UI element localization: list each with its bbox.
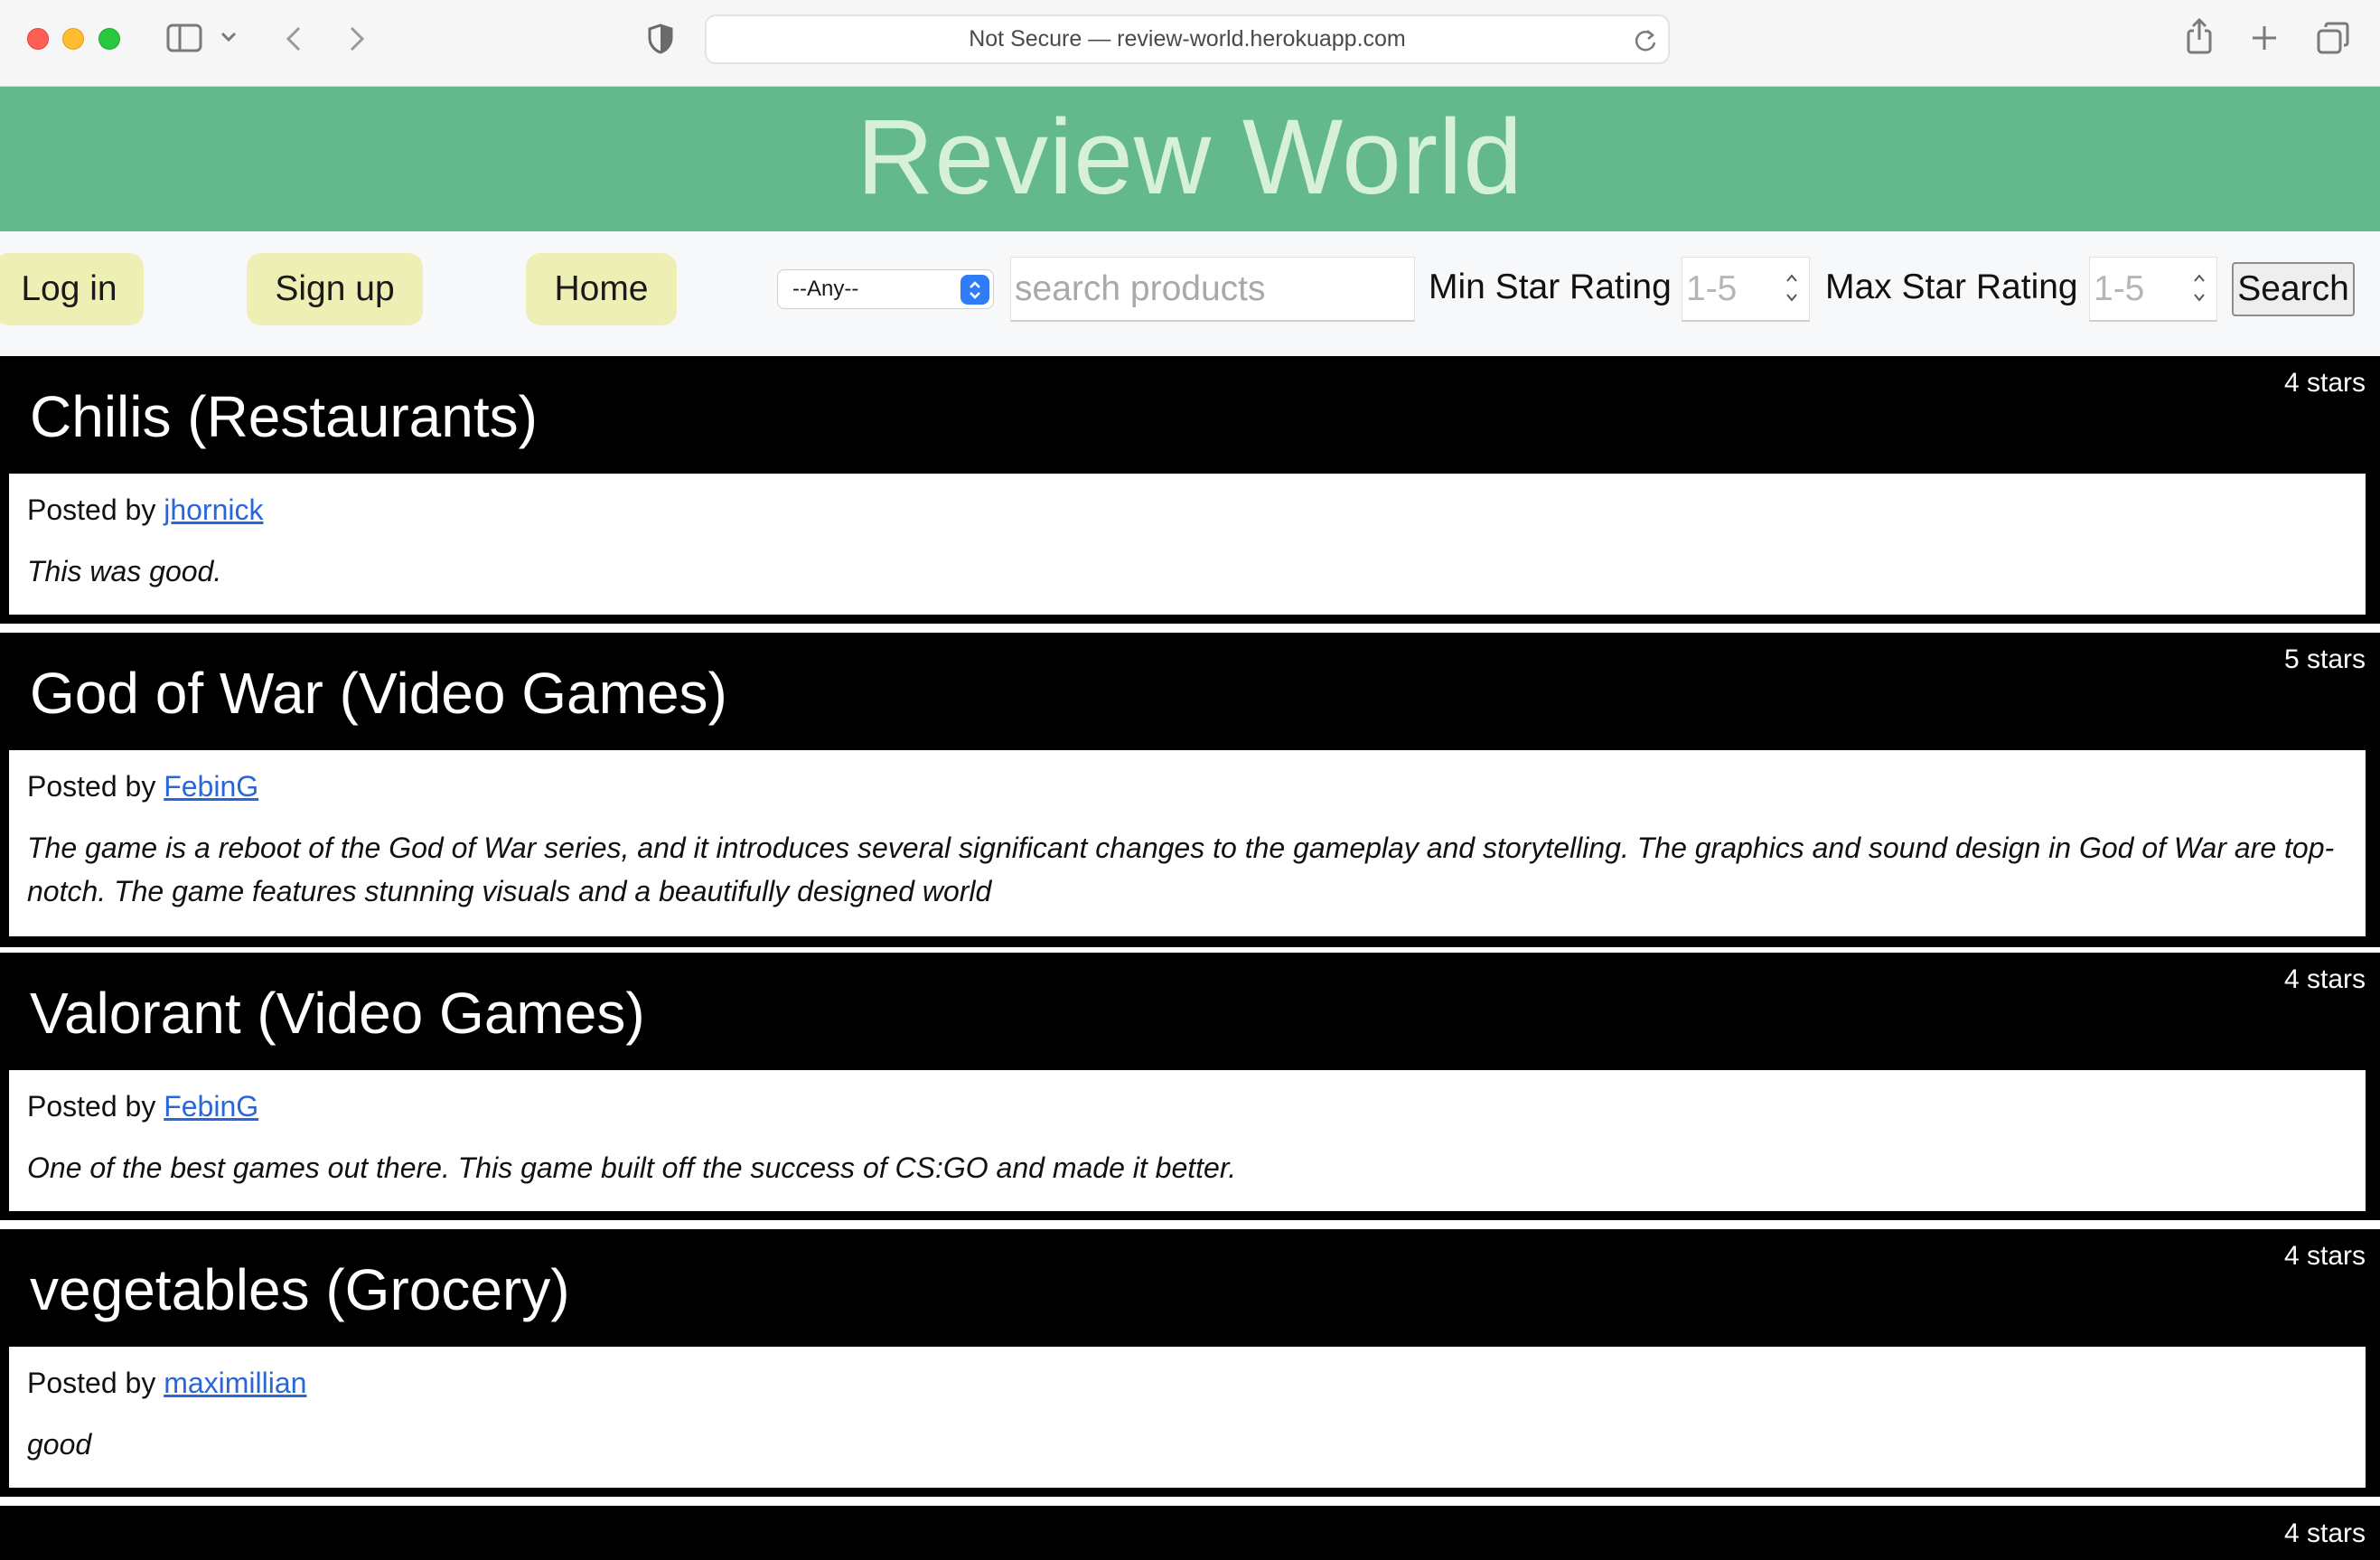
review-body: Posted by maximillian good (9, 1347, 2366, 1488)
posted-by-label: Posted by (27, 770, 156, 803)
review-header: God of War (Video Games) 5 stars (0, 633, 2380, 750)
chevron-down-icon[interactable] (220, 31, 237, 43)
privacy-shield-icon[interactable] (647, 23, 674, 54)
back-arrow-icon[interactable] (284, 25, 304, 52)
min-star-rating-input[interactable]: 1-5 (1682, 257, 1810, 322)
category-select-value: --Any-- (792, 277, 859, 301)
site-title: Review World (857, 98, 1523, 217)
review-card: Valorant (Video Games) 4 stars Posted by… (0, 953, 2380, 1220)
browser-toolbar: Not Secure — review-world.herokuapp.com (0, 0, 2380, 87)
author-link[interactable]: FebinG (164, 770, 258, 803)
posted-by: Posted by FebinG (27, 1090, 258, 1123)
review-stars: 4 stars (2283, 368, 2366, 398)
reload-icon[interactable] (1634, 27, 1657, 59)
author-link[interactable]: maximillian (164, 1367, 306, 1399)
stepper-arrows-icon[interactable] (2191, 270, 2207, 315)
min-rating-placeholder: 1-5 (1686, 268, 1738, 308)
review-body: Posted by jhornick This was good. (9, 474, 2366, 615)
review-stars: 4 stars (2283, 1518, 2366, 1548)
review-card: 4 stars (0, 1506, 2380, 1560)
stepper-arrows-icon[interactable] (1784, 270, 1800, 315)
review-title[interactable]: God of War (Video Games) (30, 660, 727, 727)
search-input[interactable]: search products (1010, 257, 1415, 322)
forward-arrow-icon[interactable] (347, 25, 367, 52)
review-text: This was good. (27, 555, 222, 587)
review-body: Posted by FebinG One of the best games o… (9, 1070, 2366, 1211)
posted-by: Posted by jhornick (27, 493, 263, 527)
posted-by: Posted by maximillian (27, 1367, 306, 1400)
review-card: God of War (Video Games) 5 stars Posted … (0, 633, 2380, 947)
posted-by-label: Posted by (27, 493, 156, 526)
max-star-rating-input[interactable]: 1-5 (2089, 257, 2217, 322)
posted-by-label: Posted by (27, 1367, 156, 1399)
tab-overview-icon[interactable] (2317, 22, 2349, 54)
share-icon[interactable] (2185, 18, 2214, 54)
author-link[interactable]: FebinG (164, 1090, 258, 1123)
review-header: 4 stars (0, 1506, 2380, 1548)
select-arrows-icon (960, 275, 989, 305)
min-star-rating-label: Min Star Rating (1429, 268, 1672, 306)
home-button[interactable]: Home (526, 253, 677, 325)
review-title[interactable]: vegetables (Grocery) (30, 1256, 570, 1323)
review-card: Chilis (Restaurants) 4 stars Posted by j… (0, 356, 2380, 624)
posted-by: Posted by FebinG (27, 770, 258, 803)
review-text: One of the best games out there. This ga… (27, 1151, 1237, 1184)
author-link[interactable]: jhornick (164, 493, 263, 526)
zoom-window-button[interactable] (98, 28, 120, 50)
address-bar[interactable]: Not Secure — review-world.herokuapp.com (705, 14, 1670, 64)
review-stars: 5 stars (2283, 644, 2366, 674)
review-title[interactable]: Chilis (Restaurants) (30, 383, 538, 450)
review-stars: 4 stars (2283, 1241, 2366, 1271)
signup-button[interactable]: Sign up (247, 253, 423, 325)
login-button[interactable]: Log in (0, 253, 144, 325)
review-text: good (27, 1428, 92, 1461)
review-header: Chilis (Restaurants) 4 stars (0, 356, 2380, 474)
minimize-window-button[interactable] (62, 28, 84, 50)
sidebar-toggle-icon[interactable] (166, 23, 202, 52)
site-header: Review World (0, 87, 2380, 231)
review-body: Posted by FebinG The game is a reboot of… (9, 750, 2366, 936)
search-button[interactable]: Search (2232, 262, 2355, 316)
review-header: vegetables (Grocery) 4 stars (0, 1229, 2380, 1347)
posted-by-label: Posted by (27, 1090, 156, 1123)
category-select[interactable]: --Any-- (777, 269, 994, 309)
new-tab-plus-icon[interactable] (2250, 23, 2279, 52)
max-rating-placeholder: 1-5 (2094, 268, 2145, 308)
max-star-rating-label: Max Star Rating (1825, 268, 2078, 306)
review-card: vegetables (Grocery) 4 stars Posted by m… (0, 1229, 2380, 1497)
review-header: Valorant (Video Games) 4 stars (0, 953, 2380, 1070)
close-window-button[interactable] (27, 28, 49, 50)
url-text: Not Secure — review-world.herokuapp.com (969, 26, 1406, 52)
review-text: The game is a reboot of the God of War s… (27, 832, 2335, 907)
review-title[interactable]: Valorant (Video Games) (30, 980, 645, 1047)
review-stars: 4 stars (2283, 964, 2366, 994)
nav-bar: Log in Sign up Home --Any-- search produ… (0, 231, 2380, 356)
